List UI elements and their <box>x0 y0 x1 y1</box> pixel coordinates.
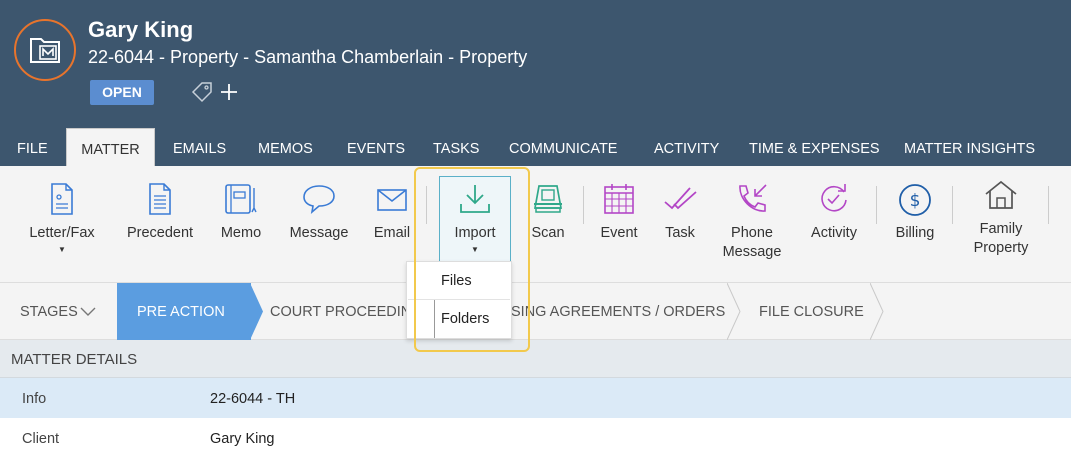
phone-message-label-line2: Message <box>722 244 782 260</box>
phone-message-button[interactable]: Phone Message <box>714 166 790 283</box>
phone-message-label: Phone Message <box>714 224 790 262</box>
family-property-label: Family Property <box>960 220 1042 258</box>
calendar-icon <box>604 184 634 214</box>
tab-memos[interactable]: MEMOS <box>258 128 313 166</box>
matter-header: Gary King 22-6044 - Property - Samantha … <box>0 0 1071 128</box>
double-check-icon <box>664 187 697 210</box>
row-label: Client <box>22 431 60 447</box>
family-property-button[interactable]: Family Property <box>960 166 1042 283</box>
precedent-document-icon <box>149 183 171 215</box>
precedent-button[interactable]: Precedent <box>120 166 200 283</box>
ribbon-separator <box>952 186 953 224</box>
scan-button[interactable]: Scan <box>520 166 576 283</box>
row-value: Gary King <box>210 431 275 447</box>
tab-matter[interactable]: MATTER <box>66 128 155 166</box>
stage-file-closure[interactable]: FILE CLOSURE <box>759 304 864 320</box>
matter-avatar[interactable] <box>14 19 76 81</box>
stage-court-proceedings[interactable]: COURT PROCEEDING <box>270 304 423 320</box>
tab-tasks[interactable]: TASKS <box>433 128 479 166</box>
stage-agreements-orders[interactable]: SING AGREEMENTS / ORDERS <box>511 304 725 320</box>
memo-label: Memo <box>220 225 262 241</box>
phone-message-label-line1: Phone <box>731 225 773 241</box>
phone-incoming-icon <box>739 184 767 212</box>
scan-label: Scan <box>531 225 565 241</box>
status-badge: OPEN <box>90 80 154 105</box>
precedent-label: Precedent <box>126 225 194 241</box>
matter-details-header: MATTER DETAILS <box>0 340 1071 378</box>
stage-arrow <box>727 283 741 340</box>
ribbon-separator <box>426 186 427 224</box>
ribbon-toolbar: Letter/Fax ▼ Precedent Memo Message Emai… <box>0 166 1071 283</box>
tab-matter-insights[interactable]: MATTER INSIGHTS <box>904 128 1035 166</box>
task-label: Task <box>665 225 695 241</box>
activity-refresh-icon <box>821 184 847 212</box>
stage-pre-action-label: PRE ACTION <box>137 304 225 320</box>
stages-bar: STAGES PRE ACTION COURT PROCEEDING SING … <box>0 283 1071 340</box>
tab-communicate[interactable]: COMMUNICATE <box>509 128 617 166</box>
import-folders-item[interactable]: Folders <box>408 301 510 338</box>
caret-down-icon: ▼ <box>58 245 66 254</box>
family-property-label-line1: Family <box>979 221 1023 237</box>
chevron-down-icon[interactable] <box>80 307 96 317</box>
letter-fax-label: Letter/Fax <box>29 225 95 241</box>
import-dropdown-menu: Files Folders <box>406 261 512 339</box>
text-cursor-line <box>434 300 435 338</box>
details-row-client: Client Gary King <box>0 418 1071 454</box>
family-property-label-line2: Property <box>973 240 1029 256</box>
event-button[interactable]: Event <box>592 166 646 283</box>
house-icon <box>985 180 1017 209</box>
billing-label: Billing <box>895 225 935 241</box>
tag-icon[interactable] <box>190 80 214 104</box>
activity-label: Activity <box>811 225 857 241</box>
memo-icon <box>225 184 257 214</box>
import-label: Import <box>454 225 496 241</box>
event-label: Event <box>600 225 638 241</box>
letter-fax-button[interactable]: Letter/Fax ▼ <box>20 166 104 283</box>
add-tag-icon[interactable] <box>218 80 240 104</box>
details-row-info: Info 22-6044 - TH <box>0 378 1071 418</box>
billing-button[interactable]: $ Billing <box>884 166 946 283</box>
dollar-circle-icon: $ <box>899 184 931 216</box>
speech-bubble-icon <box>303 185 335 215</box>
activity-button[interactable]: Activity <box>799 166 869 283</box>
client-name: Gary King <box>88 17 194 42</box>
matter-details-title: MATTER DETAILS <box>11 351 138 368</box>
tab-file[interactable]: FILE <box>17 128 48 166</box>
main-tabs: FILE MATTER EMAILS MEMOS EVENTS TASKS CO… <box>0 128 1071 166</box>
stage-arrow-active <box>250 283 263 340</box>
envelope-icon <box>377 189 407 211</box>
email-label: Email <box>373 225 411 241</box>
svg-text:$: $ <box>910 191 921 211</box>
task-button[interactable]: Task <box>655 166 705 283</box>
message-button[interactable]: Message <box>282 166 356 283</box>
stages-dropdown[interactable]: STAGES <box>20 304 78 320</box>
matter-description: 22-6044 - Property - Samantha Chamberlai… <box>88 47 528 67</box>
memo-button[interactable]: Memo <box>210 166 272 283</box>
message-label: Message <box>289 225 349 241</box>
tab-events[interactable]: EVENTS <box>347 128 405 166</box>
ribbon-separator <box>876 186 877 224</box>
import-files-item[interactable]: Files <box>408 263 510 300</box>
tab-time-expenses[interactable]: TIME & EXPENSES <box>749 128 880 166</box>
scanner-icon <box>533 185 563 213</box>
tab-activity[interactable]: ACTIVITY <box>654 128 719 166</box>
ribbon-separator <box>1048 186 1049 224</box>
tab-emails[interactable]: EMAILS <box>173 128 226 166</box>
stage-arrow <box>870 283 884 340</box>
download-icon <box>460 185 490 213</box>
ribbon-separator <box>583 186 584 224</box>
document-icon <box>51 183 73 215</box>
row-label: Info <box>22 391 47 407</box>
row-value: 22-6044 - TH <box>210 391 296 407</box>
caret-down-icon: ▼ <box>471 245 479 254</box>
folder-m-icon <box>30 38 60 63</box>
